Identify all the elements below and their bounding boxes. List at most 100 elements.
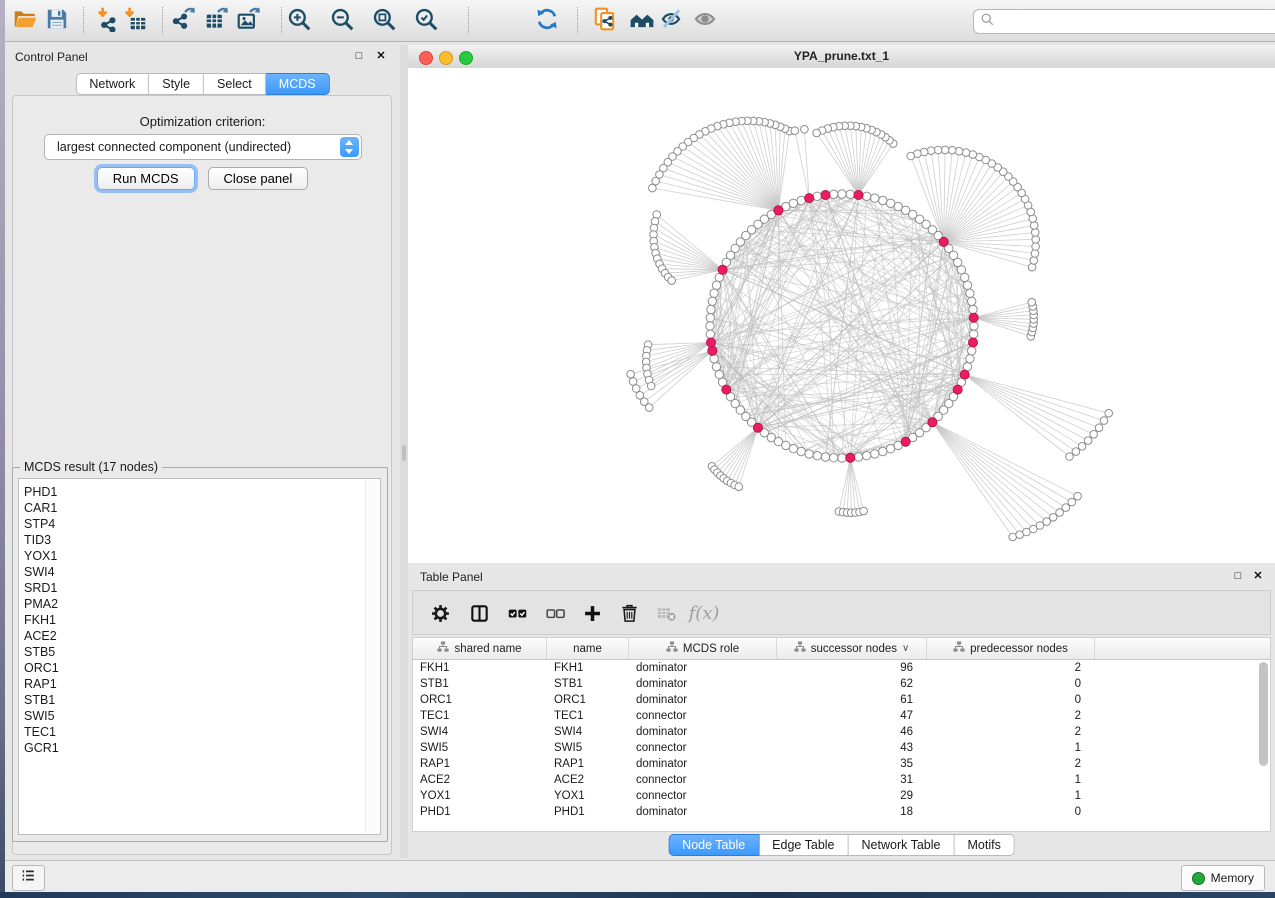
cell[interactable]: ORC1 [547,694,629,706]
mcds-result-item[interactable]: STB5 [19,644,380,660]
tab-motifs[interactable]: Motifs [954,834,1014,856]
table-row[interactable]: STB1STB1dominator620 [413,676,1270,692]
cell[interactable]: TEC1 [413,710,547,722]
mcds-result-item[interactable]: TEC1 [19,724,380,740]
table-row[interactable]: SWI5SWI5connector431 [413,740,1270,756]
table-row[interactable]: FKH1FKH1dominator962 [413,660,1270,676]
mcds-result-item[interactable]: FKH1 [19,612,380,628]
cell[interactable]: 18 [777,806,927,818]
first-neighbors-button[interactable] [627,6,657,36]
show-columns-icon[interactable] [466,600,492,626]
cell[interactable]: 29 [777,790,927,802]
memory-button[interactable]: Memory [1181,865,1265,891]
cell[interactable]: dominator [629,694,777,706]
mcds-result-item[interactable]: SWI4 [19,564,380,580]
cell[interactable]: connector [629,710,777,722]
cell[interactable]: 2 [927,662,1095,674]
float-panel-icon[interactable]: □ [352,49,366,63]
cell[interactable]: RAP1 [547,758,629,770]
tab-select[interactable]: Select [204,73,266,95]
cell[interactable]: 61 [777,694,927,706]
mcds-result-item[interactable]: RAP1 [19,676,380,692]
scrollbar-thumb[interactable] [1259,662,1268,766]
cell[interactable]: 62 [777,678,927,690]
run-mcds-button[interactable]: Run MCDS [97,167,195,190]
network-window-titlebar[interactable]: YPA_prune.txt_1 [408,45,1275,69]
cell[interactable]: 43 [777,742,927,754]
close-panel-icon[interactable]: ✕ [374,49,388,63]
cell[interactable]: 1 [927,790,1095,802]
column-header-predecessor-nodes[interactable]: predecessor nodes [927,638,1095,659]
deselect-all-icon[interactable] [542,600,568,626]
cell[interactable]: STB1 [413,678,547,690]
mcds-result-item[interactable]: ACE2 [19,628,380,644]
mcds-result-item[interactable]: PMA2 [19,596,380,612]
cell[interactable]: STB1 [547,678,629,690]
tab-edge-table[interactable]: Edge Table [759,834,848,856]
cell[interactable]: ACE2 [547,774,629,786]
export-image-button[interactable] [234,6,264,36]
mcds-list-scrollbar[interactable] [365,480,379,833]
column-header-name[interactable]: name [547,638,629,659]
table-row[interactable]: ORC1ORC1dominator610 [413,692,1270,708]
tab-mcds[interactable]: MCDS [266,73,330,95]
column-header-shared-name[interactable]: shared name [413,638,547,659]
tab-network-table[interactable]: Network Table [849,834,955,856]
cell[interactable]: 1 [927,742,1095,754]
mcds-result-item[interactable]: STP4 [19,516,380,532]
open-session-button[interactable] [10,6,40,36]
cell[interactable]: dominator [629,806,777,818]
export-network-button[interactable] [169,6,199,36]
table-row[interactable]: SWI4SWI4dominator462 [413,724,1270,740]
network-canvas[interactable] [408,68,1275,563]
cell[interactable]: 0 [927,694,1095,706]
table-row[interactable]: PHD1PHD1dominator180 [413,804,1270,820]
tab-network[interactable]: Network [75,73,149,95]
zoom-out-button[interactable] [327,6,357,36]
cell[interactable]: YOX1 [413,790,547,802]
cell[interactable]: 46 [777,726,927,738]
export-table-button[interactable] [202,6,232,36]
mcds-result-item[interactable]: SWI5 [19,708,380,724]
mcds-result-item[interactable]: YOX1 [19,548,380,564]
cell[interactable]: SWI5 [547,742,629,754]
cell[interactable]: 1 [927,774,1095,786]
cell[interactable]: 2 [927,710,1095,722]
cell[interactable]: YOX1 [547,790,629,802]
cell[interactable]: dominator [629,662,777,674]
cell[interactable]: FKH1 [413,662,547,674]
cell[interactable]: connector [629,742,777,754]
task-history-button[interactable] [12,865,45,891]
add-column-icon[interactable] [579,600,605,626]
search-input[interactable] [999,14,1275,30]
show-hide-items-button[interactable] [690,6,720,36]
show-graphics-details-button[interactable] [656,6,686,36]
column-header-successor-nodes[interactable]: successor nodes∨ [777,638,927,659]
mcds-result-item[interactable]: CAR1 [19,500,380,516]
cell[interactable]: 35 [777,758,927,770]
tab-style[interactable]: Style [149,73,204,95]
cell[interactable]: 31 [777,774,927,786]
close-panel-button[interactable]: Close panel [208,167,309,190]
table-row[interactable]: TEC1TEC1connector472 [413,708,1270,724]
cell[interactable]: 2 [927,758,1095,770]
table-row[interactable]: YOX1YOX1connector291 [413,788,1270,804]
cell[interactable]: 2 [927,726,1095,738]
cell[interactable]: dominator [629,758,777,770]
cell[interactable]: PHD1 [547,806,629,818]
panel-splitter[interactable] [400,45,408,858]
cell[interactable]: SWI4 [413,726,547,738]
table-row[interactable]: ACE2ACE2connector311 [413,772,1270,788]
zoom-in-button[interactable] [284,6,314,36]
cell[interactable]: 96 [777,662,927,674]
import-network-from-file-button[interactable] [93,6,123,36]
cell[interactable]: connector [629,774,777,786]
mcds-result-item[interactable]: SRD1 [19,580,380,596]
mcds-result-item[interactable]: STB1 [19,692,380,708]
fit-content-button[interactable] [369,6,399,36]
cell[interactable]: PHD1 [413,806,547,818]
cell[interactable]: 47 [777,710,927,722]
cell[interactable]: RAP1 [413,758,547,770]
optimization-criterion-dropdown[interactable]: largest connected component (undirected) [44,134,362,160]
cell[interactable]: ACE2 [413,774,547,786]
